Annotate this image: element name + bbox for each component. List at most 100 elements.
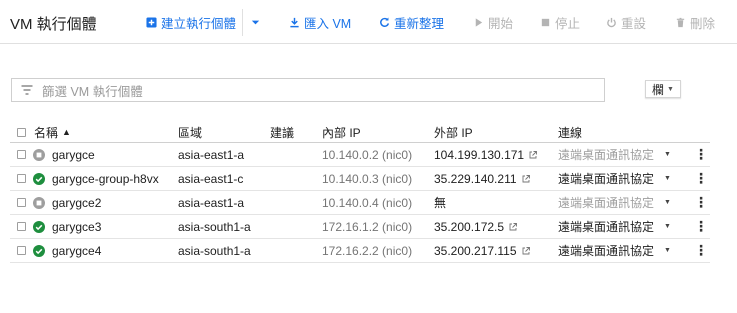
instance-external-ip: 104.199.130.171 — [434, 143, 538, 166]
trash-icon — [676, 17, 685, 27]
refresh-button[interactable]: 重新整理 — [379, 14, 445, 31]
row-checkbox[interactable] — [17, 215, 26, 238]
column-header-connect[interactable]: 連線 — [558, 122, 582, 142]
external-link-icon[interactable] — [522, 174, 530, 183]
instance-name-link[interactable]: garygce-group-h8vx — [52, 167, 159, 190]
stopped-status-icon — [33, 143, 45, 166]
external-ip-value: 35.200.172.5 — [434, 219, 505, 234]
filter-placeholder: 篩選 VM 執行個體 — [42, 84, 143, 99]
connect-rdp-label: 遠端桌面通訊協定 — [558, 172, 655, 186]
table-row: garygce3 asia-south1-a 172.16.1.2 (nic0) 35… — [10, 215, 710, 239]
caret-down-icon: ▼ — [664, 175, 671, 182]
instance-zone: asia-east1-a — [178, 147, 245, 162]
power-icon — [607, 17, 616, 27]
instance-zone: asia-east1-a — [178, 195, 245, 210]
external-link-icon[interactable] — [529, 150, 538, 159]
external-link-icon[interactable] — [522, 246, 530, 255]
stop-label: 停止 — [555, 16, 581, 31]
column-header-name[interactable]: 名稱 ▲ — [34, 122, 71, 142]
columns-label: 欄 — [652, 82, 665, 97]
refresh-icon — [380, 16, 390, 27]
add-box-icon — [146, 16, 157, 28]
refresh-label: 重新整理 — [394, 16, 445, 31]
checkbox-box — [17, 222, 26, 231]
create-instance-button[interactable]: 建立執行個體 — [146, 14, 237, 31]
external-ip-value: 35.200.217.115 — [434, 243, 517, 258]
instance-zone: asia-east1-c — [178, 171, 244, 186]
instance-name-link[interactable]: garygce2 — [52, 191, 101, 214]
stopped-status-icon — [33, 191, 45, 214]
connect-rdp-label: 遠端桌面通訊協定 — [558, 244, 655, 258]
connect-rdp-button[interactable]: 遠端桌面通訊協定 ▼ — [558, 215, 671, 238]
caret-down-icon: ▼ — [667, 85, 674, 93]
reset-label: 重設 — [621, 16, 647, 31]
external-ip-value: 35.229.140.211 — [434, 171, 517, 186]
start-button[interactable]: 開始 — [473, 14, 514, 31]
caret-down-icon: ▼ — [664, 223, 671, 230]
instance-external-ip: 35.229.140.211 — [434, 167, 530, 190]
select-all-checkbox[interactable] — [17, 122, 26, 142]
create-instance-dropdown[interactable] — [250, 14, 265, 30]
import-vm-label: 匯入 VM — [304, 16, 352, 31]
page-title: VM 執行個體 — [10, 16, 97, 33]
row-checkbox[interactable] — [17, 167, 26, 190]
table-body: garygce asia-east1-a 10.140.0.2 (nic0) 104.… — [10, 143, 710, 263]
checkbox-box — [17, 127, 26, 137]
more-actions-icon[interactable]: ⋮ — [694, 239, 708, 262]
instance-internal-ip: 10.140.0.2 (nic0) — [322, 147, 413, 162]
start-label: 開始 — [488, 16, 514, 31]
row-checkbox[interactable] — [17, 143, 26, 166]
instance-internal-ip: 172.16.2.2 (nic0) — [322, 243, 413, 258]
column-header-external-ip[interactable]: 外部 IP — [434, 122, 473, 142]
delete-button[interactable]: 刪除 — [675, 14, 716, 31]
instance-name-link[interactable]: garygce4 — [52, 239, 101, 262]
caret-down-icon — [251, 20, 260, 24]
instance-zone: asia-south1-a — [178, 219, 251, 234]
column-header-name-label: 名稱 — [34, 125, 59, 140]
stop-button[interactable]: 停止 — [540, 14, 581, 31]
vm-instances-table: 名稱 ▲ 區域 建議 內部 IP 外部 IP 連線 garygce asia-ea… — [10, 122, 710, 263]
more-actions-icon[interactable]: ⋮ — [694, 167, 708, 190]
table-row: garygce-group-h8vx asia-east1-c 10.140.0.3… — [10, 167, 710, 191]
filter-icon — [21, 85, 33, 95]
create-instance-label: 建立執行個體 — [161, 16, 237, 31]
checkbox-box — [17, 174, 26, 183]
external-ip-value: 無 — [434, 196, 447, 210]
columns-button[interactable]: 欄 ▼ — [645, 80, 681, 98]
connect-rdp-label: 遠端桌面通訊協定 — [558, 196, 655, 210]
column-header-zone[interactable]: 區域 — [178, 122, 202, 142]
column-header-internal-ip[interactable]: 內部 IP — [322, 122, 361, 142]
instance-internal-ip: 10.140.0.3 (nic0) — [322, 171, 413, 186]
running-status-icon — [33, 215, 45, 238]
connect-rdp-button[interactable]: 遠端桌面通訊協定 ▼ — [558, 191, 671, 214]
checkbox-box — [17, 246, 26, 255]
toolbar-divider — [242, 9, 243, 36]
instance-internal-ip: 10.140.0.4 (nic0) — [322, 195, 413, 210]
table-header: 名稱 ▲ 區域 建議 內部 IP 外部 IP 連線 — [10, 122, 710, 143]
row-checkbox[interactable] — [17, 191, 26, 214]
download-icon — [290, 17, 299, 27]
connect-rdp-label: 遠端桌面通訊協定 — [558, 148, 655, 162]
connect-rdp-button[interactable]: 遠端桌面通訊協定 ▼ — [558, 143, 671, 166]
filter-input[interactable]: 篩選 VM 執行個體 — [11, 78, 605, 102]
connect-rdp-button[interactable]: 遠端桌面通訊協定 ▼ — [558, 167, 671, 190]
more-actions-icon[interactable]: ⋮ — [694, 215, 708, 238]
import-vm-button[interactable]: 匯入 VM — [289, 14, 352, 31]
more-actions-icon[interactable]: ⋮ — [694, 191, 708, 214]
checkbox-box — [17, 198, 26, 207]
row-checkbox[interactable] — [17, 239, 26, 262]
table-row: garygce4 asia-south1-a 172.16.2.2 (nic0) 35… — [10, 239, 710, 263]
instance-internal-ip: 172.16.1.2 (nic0) — [322, 219, 413, 234]
toolbar: VM 執行個體 建立執行個體 匯入 VM 重新整理 開始 停止 重設 刪除 — [0, 0, 737, 44]
reset-button[interactable]: 重設 — [606, 14, 647, 31]
instance-external-ip: 35.200.172.5 — [434, 215, 518, 238]
external-link-icon[interactable] — [509, 222, 518, 231]
connect-rdp-button[interactable]: 遠端桌面通訊協定 ▼ — [558, 239, 671, 262]
instance-name-link[interactable]: garygce — [52, 143, 95, 166]
instance-name-link[interactable]: garygce3 — [52, 215, 101, 238]
more-actions-icon[interactable]: ⋮ — [694, 143, 708, 166]
delete-label: 刪除 — [690, 16, 716, 31]
column-header-recommendation[interactable]: 建議 — [270, 122, 294, 142]
caret-down-icon: ▼ — [664, 151, 671, 158]
instance-external-ip: 無 — [434, 191, 446, 214]
